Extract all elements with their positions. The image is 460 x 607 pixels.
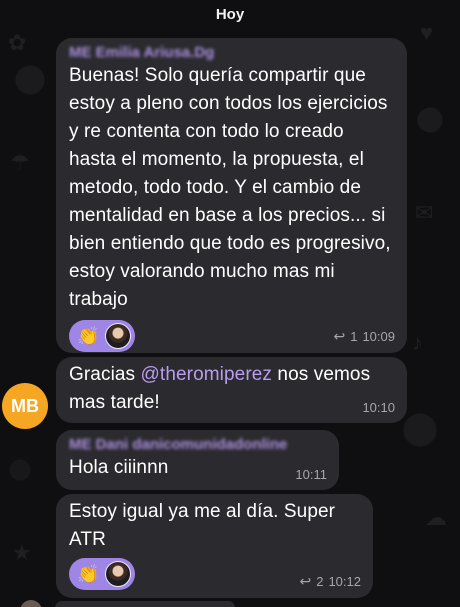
- message-text: Buenas! Solo quería compartir que estoy …: [69, 65, 391, 310]
- message-meta: ↩ 1 10:09: [333, 328, 395, 345]
- doodle-icon: ♪: [412, 330, 423, 355]
- message-bubble[interactable]: Estoy igual ya me al día. Super ATR 👏 ↩ …: [56, 494, 373, 598]
- mention-link[interactable]: @theromiperez: [141, 364, 272, 385]
- doodle-icon: ✉: [415, 200, 434, 225]
- doodle-icon: ✿: [8, 30, 27, 55]
- message-bubble[interactable]: [55, 601, 235, 607]
- message-time: 10:11: [295, 467, 327, 482]
- user-avatar-icon: [105, 323, 132, 349]
- message-text: Hola ciiinnn: [69, 457, 169, 478]
- clapping-hands-icon: 👏: [77, 326, 100, 346]
- sender-name[interactable]: ME Dani danicomunidadonline: [69, 436, 326, 454]
- doodle-icon: ★: [12, 540, 32, 565]
- message-bubble[interactable]: ME Dani danicomunidadonline Hola ciiinnn…: [56, 430, 339, 490]
- reaction-pill[interactable]: 👏: [69, 320, 136, 352]
- message-bubble[interactable]: Gracias @theromiperez nos vemos mas tard…: [56, 357, 407, 423]
- message-time: 10:09: [362, 329, 395, 344]
- clapping-hands-icon: 👏: [77, 564, 100, 584]
- message-text-part: Gracias: [69, 364, 141, 385]
- message-time: 10:12: [328, 574, 361, 589]
- reaction-pill[interactable]: 👏: [69, 558, 136, 590]
- message-text: Estoy igual ya me al día. Super ATR: [69, 501, 336, 550]
- message-text: Gracias @theromiperez nos vemos mas tard…: [69, 361, 394, 417]
- reply-count[interactable]: 1: [350, 329, 357, 344]
- date-separator: Hoy: [215, 6, 245, 23]
- reply-arrow-icon[interactable]: ↩: [299, 573, 311, 590]
- avatar[interactable]: MB: [2, 383, 48, 429]
- message-time: 10:10: [362, 400, 395, 415]
- reply-arrow-icon[interactable]: ↩: [333, 328, 345, 345]
- doodle-icon: ☁: [425, 505, 447, 530]
- message-meta: 10:11: [295, 467, 327, 482]
- doodle-icon: ♥: [420, 20, 434, 45]
- reply-count[interactable]: 2: [316, 574, 323, 589]
- user-avatar-icon: [105, 561, 132, 587]
- chat-view: ✿ ♥ ☂ ✉ ♪ ☁ ★ Hoy ME Emilia Ariusa.Dg Bu…: [0, 0, 460, 607]
- sender-name[interactable]: ME Emilia Ariusa.Dg: [69, 44, 394, 62]
- avatar[interactable]: [20, 600, 42, 607]
- doodle-icon: ☂: [10, 150, 30, 175]
- message-meta: 10:10: [362, 400, 395, 415]
- message-bubble[interactable]: ME Emilia Ariusa.Dg Buenas! Solo quería …: [56, 38, 407, 353]
- message-meta: ↩ 2 10:12: [299, 573, 361, 590]
